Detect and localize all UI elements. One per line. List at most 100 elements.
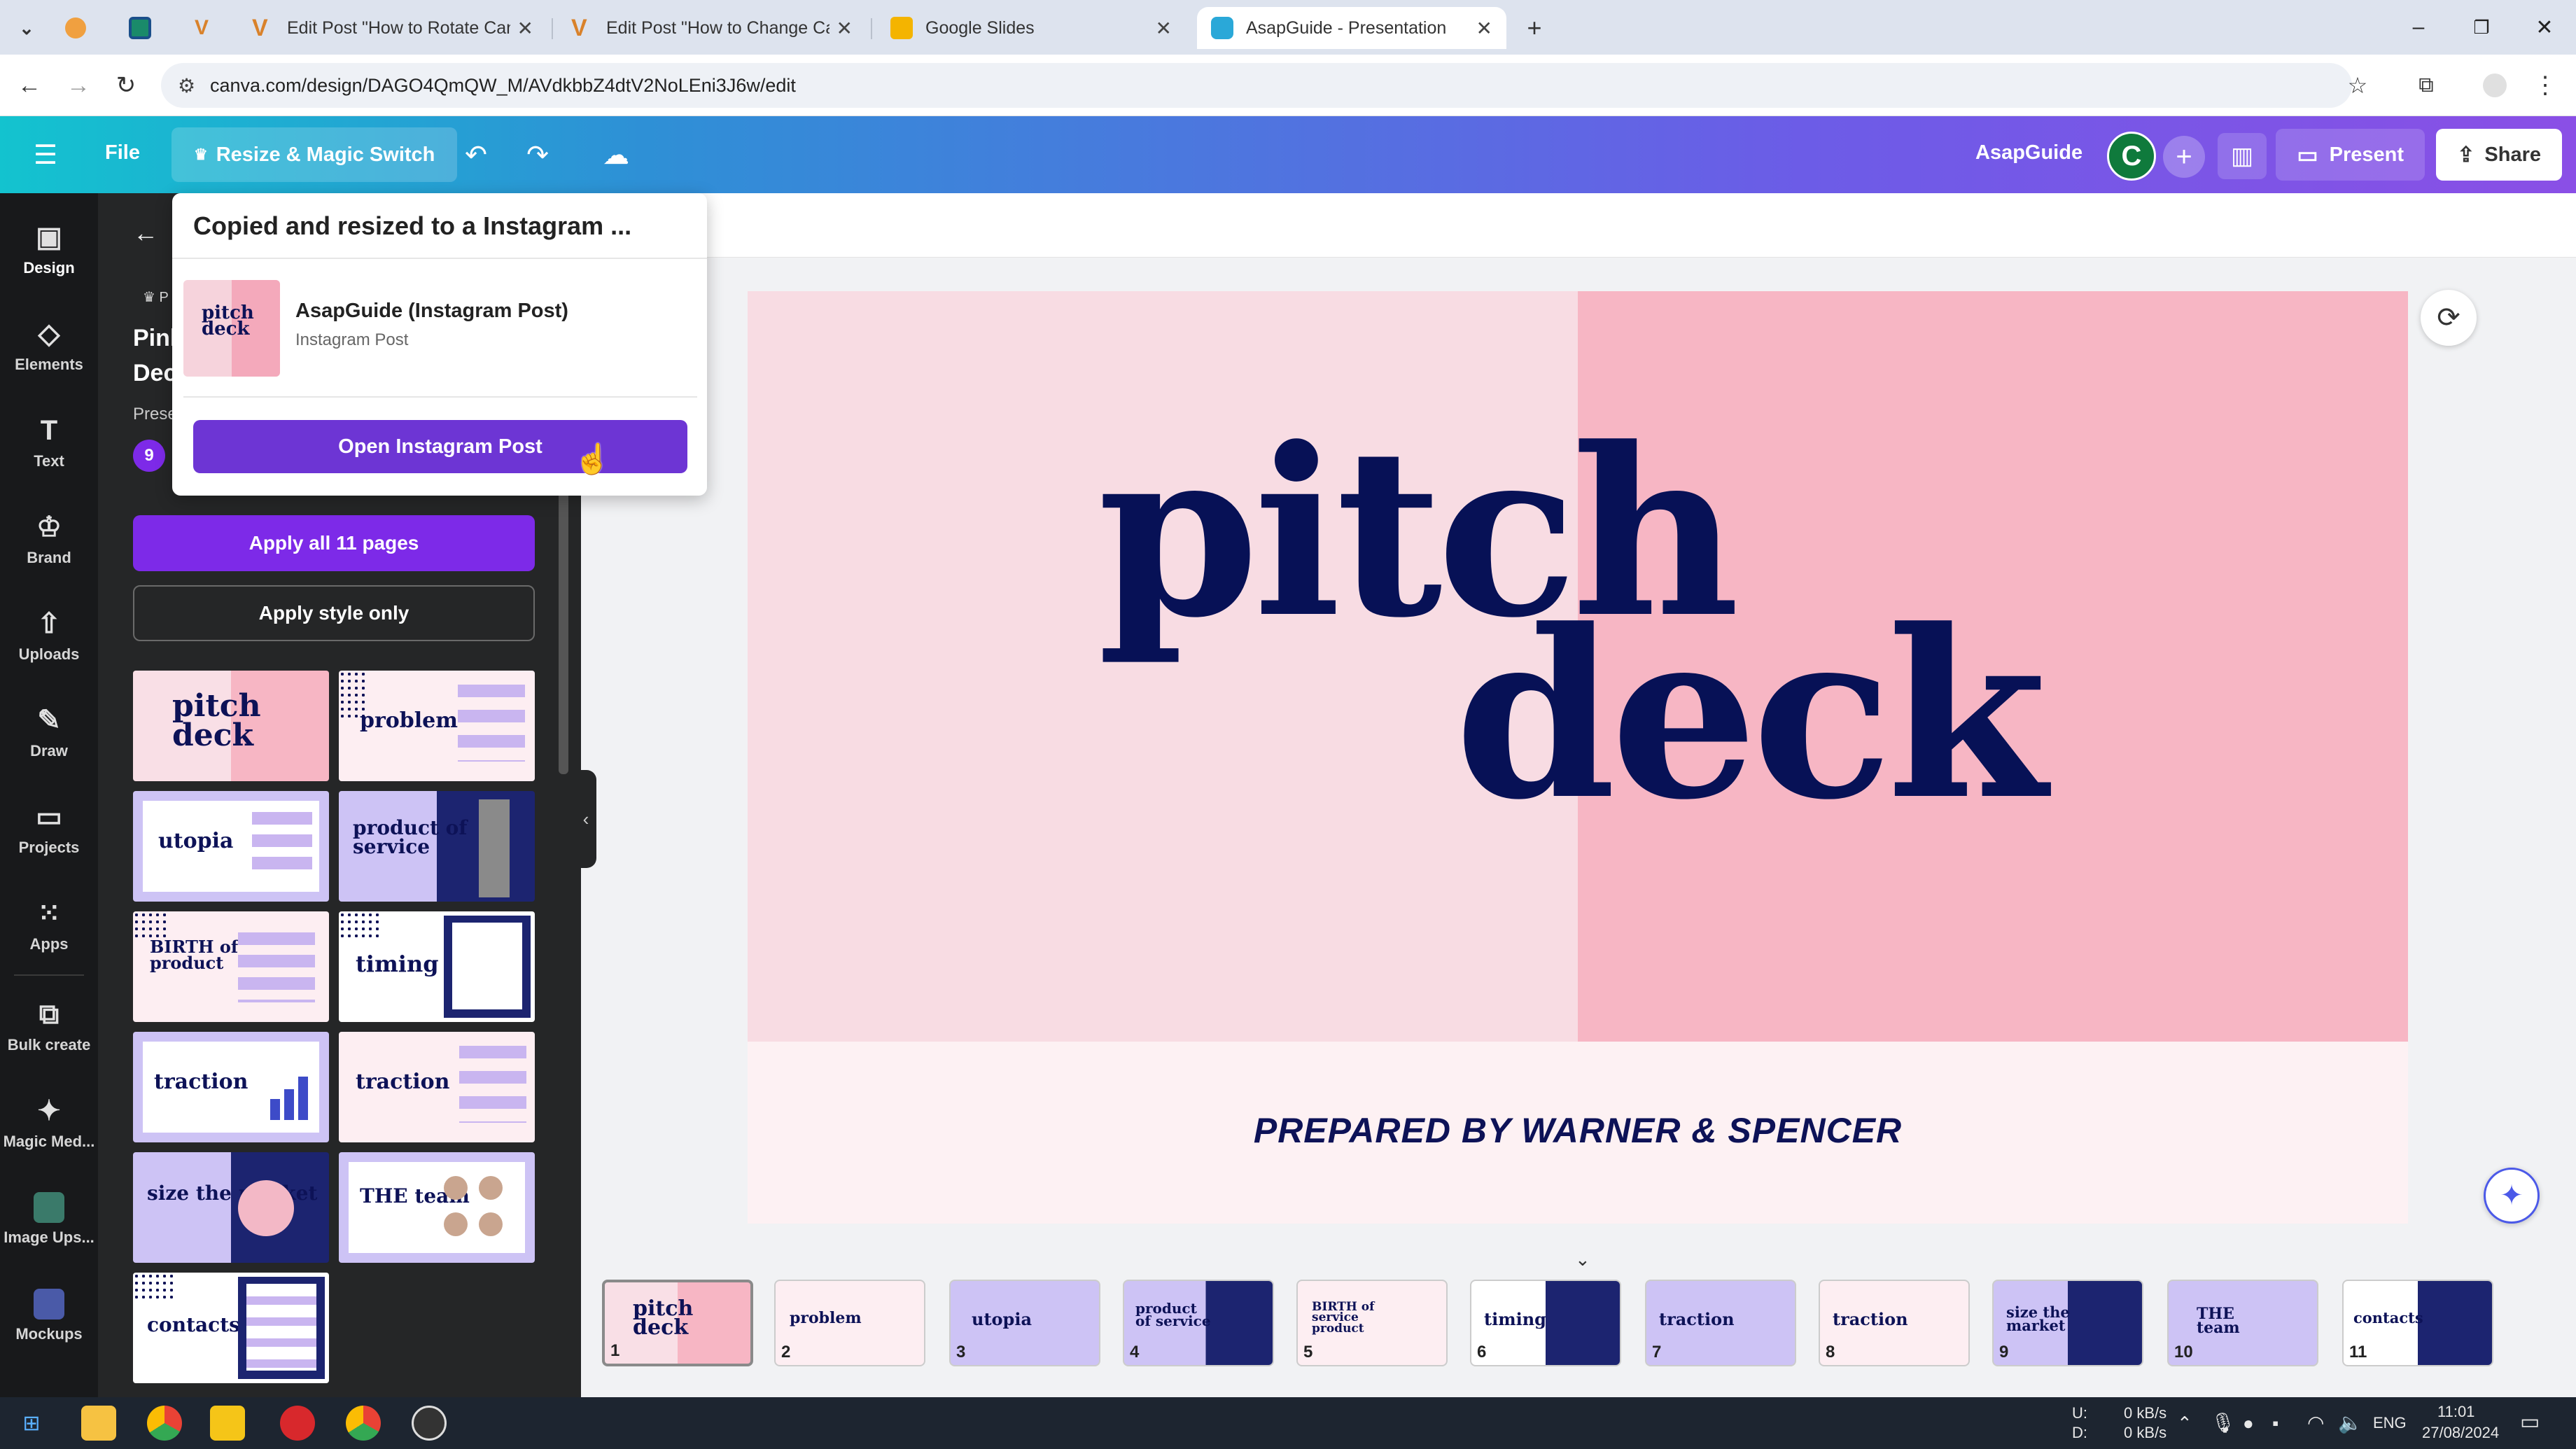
browser-tab[interactable]: V Edit Post "How to Rotate Canva ✕: [238, 7, 547, 49]
new-tab-button[interactable]: +: [1519, 13, 1550, 43]
browser-tab[interactable]: Google Slides ✕: [876, 7, 1186, 49]
close-window-icon[interactable]: ✕: [2520, 10, 2569, 45]
notification-icon[interactable]: ▭: [2520, 1410, 2540, 1434]
template-thumb-traction[interactable]: traction: [133, 1032, 329, 1142]
design-name[interactable]: AsapGuide: [1975, 141, 2082, 164]
browser-menu-icon[interactable]: ⋮: [2527, 67, 2563, 104]
slide-canvas[interactable]: pitch deck PREPARED BY WARNER & SPENCER: [748, 291, 2408, 1224]
page-thumb[interactable]: size the market 9: [1992, 1280, 2143, 1366]
insights-chart-icon[interactable]: ▥: [2218, 133, 2267, 179]
rail-item-elements[interactable]: ◇ Elements: [0, 304, 98, 388]
tab-close-icon[interactable]: ✕: [1476, 17, 1492, 40]
pinned-tab-1[interactable]: [60, 13, 91, 43]
tab-close-icon[interactable]: ✕: [517, 17, 533, 40]
sticky-notes-icon[interactable]: [210, 1406, 245, 1441]
minimize-icon[interactable]: –: [2394, 10, 2443, 45]
pinned-tab-2[interactable]: [125, 13, 155, 43]
rail-item-design[interactable]: ▣ Design: [0, 207, 98, 291]
page-thumb[interactable]: utopia 3: [949, 1280, 1100, 1366]
wifi-icon[interactable]: ◠: [2307, 1411, 2324, 1434]
hamburger-menu-icon[interactable]: ☰: [28, 137, 63, 172]
browser-tab-active[interactable]: AsapGuide - Presentation ✕: [1197, 7, 1506, 49]
url-bar[interactable]: ⚙ canva.com/design/DAGO4QmQW_M/AVdkbbZ4d…: [161, 63, 2352, 108]
page-thumb[interactable]: BIRTH of service product 5: [1296, 1280, 1448, 1366]
rail-item-brand[interactable]: ♔ Brand: [0, 497, 98, 581]
extensions-icon[interactable]: ⧉: [2408, 67, 2444, 104]
popup-item-name[interactable]: AsapGuide (Instagram Post): [295, 300, 568, 323]
template-thumb-the-team[interactable]: THE team: [339, 1152, 535, 1263]
apply-all-pages-button[interactable]: Apply all 11 pages: [133, 515, 535, 571]
forward-icon[interactable]: →: [60, 67, 97, 104]
rail-item-image-upscaler[interactable]: . Image Ups...: [0, 1177, 98, 1261]
tray-app-icon[interactable]: ▪: [2272, 1413, 2278, 1434]
magic-assistant-icon[interactable]: ✦: [2484, 1168, 2540, 1224]
instagram-post-thumbnail[interactable]: pitch deck: [183, 280, 280, 377]
rail-item-bulk-create[interactable]: ⧉ Bulk create: [0, 984, 98, 1068]
tab-search-chevron-icon[interactable]: ⌄: [11, 13, 42, 43]
bookmark-star-icon[interactable]: ☆: [2339, 67, 2376, 104]
back-arrow-icon[interactable]: ←: [133, 218, 158, 248]
resize-magic-switch-button[interactable]: ♛ Resize & Magic Switch: [172, 127, 458, 182]
template-thumb-pitch-deck[interactable]: pitch deck: [133, 671, 329, 781]
rail-item-draw[interactable]: ✎ Draw: [0, 690, 98, 774]
rail-item-text[interactable]: T Text: [0, 400, 98, 484]
page-thumb[interactable]: problem 2: [774, 1280, 925, 1366]
page-thumb[interactable]: THE team 10: [2167, 1280, 2318, 1366]
collapse-panel-chevron-icon[interactable]: ‹: [575, 770, 596, 868]
redo-icon[interactable]: ↷: [518, 137, 557, 172]
file-explorer-icon[interactable]: [81, 1406, 116, 1441]
page-thumb[interactable]: contacts 11: [2342, 1280, 2493, 1366]
profile-icon[interactable]: [2477, 67, 2513, 104]
template-thumb-birth[interactable]: BIRTH of service product: [133, 911, 329, 1022]
open-instagram-post-button[interactable]: Open Instagram Post: [193, 420, 687, 473]
reload-icon[interactable]: ↻: [108, 67, 144, 104]
recorder-icon[interactable]: [280, 1406, 315, 1441]
microphone-icon[interactable]: 🎙: [2211, 1411, 2236, 1434]
cloud-save-icon[interactable]: ☁: [596, 137, 636, 172]
slide-title-deck[interactable]: deck: [1455, 599, 2047, 830]
rail-item-apps[interactable]: ⁙ Apps: [0, 883, 98, 967]
restore-icon[interactable]: ❐: [2457, 10, 2506, 45]
back-icon[interactable]: ←: [11, 67, 48, 104]
rail-item-mockups[interactable]: . Mockups: [0, 1274, 98, 1358]
creator-badge[interactable]: 9: [133, 440, 165, 472]
template-thumb-product-of-service[interactable]: product of service: [339, 791, 535, 902]
tray-app-icon[interactable]: ●: [2243, 1413, 2254, 1434]
chrome-icon[interactable]: [346, 1406, 381, 1441]
page-thumb[interactable]: product of service 4: [1123, 1280, 1274, 1366]
screen-capture-icon[interactable]: [412, 1406, 447, 1441]
filmstrip-collapse-chevron-icon[interactable]: ⌄: [1575, 1249, 1590, 1270]
page-thumb[interactable]: traction 8: [1819, 1280, 1970, 1366]
page-thumb[interactable]: timing 6: [1470, 1280, 1621, 1366]
template-thumb-traction-2[interactable]: traction: [339, 1032, 535, 1142]
clock-time[interactable]: 11:01: [2437, 1403, 2474, 1421]
windows-start-icon[interactable]: ⊞: [14, 1406, 49, 1441]
share-button[interactable]: ⇪ Share: [2436, 129, 2562, 181]
language-indicator[interactable]: ENG: [2373, 1414, 2407, 1432]
rail-item-uploads[interactable]: ⇧ Uploads: [0, 594, 98, 678]
rail-item-magic-media[interactable]: ✦ Magic Med...: [0, 1081, 98, 1165]
avatar[interactable]: C: [2107, 132, 2156, 181]
file-menu[interactable]: File: [105, 141, 140, 164]
browser-tab[interactable]: V Edit Post "How to Change Canv ✕: [557, 7, 867, 49]
site-settings-icon[interactable]: ⚙: [178, 74, 195, 97]
present-button[interactable]: ▭ Present: [2276, 129, 2425, 181]
template-thumb-timing[interactable]: timing: [339, 911, 535, 1022]
tray-chevron-icon[interactable]: ⌃: [2177, 1413, 2192, 1434]
refresh-icon[interactable]: ⟳: [2421, 290, 2477, 346]
template-thumb-size-the-market[interactable]: size the market: [133, 1152, 329, 1263]
chrome-icon[interactable]: [147, 1406, 182, 1441]
add-collaborator-icon[interactable]: +: [2163, 136, 2205, 178]
page-thumb[interactable]: traction 7: [1645, 1280, 1796, 1366]
pinned-tab-3[interactable]: V: [186, 13, 217, 43]
page-thumb[interactable]: pitch deck 1: [602, 1280, 753, 1366]
tab-close-icon[interactable]: ✕: [836, 17, 853, 40]
template-thumb-problem[interactable]: problem: [339, 671, 535, 781]
tab-close-icon[interactable]: ✕: [1156, 17, 1172, 40]
template-thumb-contacts[interactable]: contacts: [133, 1273, 329, 1383]
rail-item-projects[interactable]: ▭ Projects: [0, 787, 98, 871]
clock-date[interactable]: 27/08/2024: [2422, 1424, 2499, 1442]
volume-icon[interactable]: 🔈: [2338, 1411, 2362, 1434]
template-thumb-utopia[interactable]: utopia: [133, 791, 329, 902]
apply-style-only-button[interactable]: Apply style only: [133, 585, 535, 641]
